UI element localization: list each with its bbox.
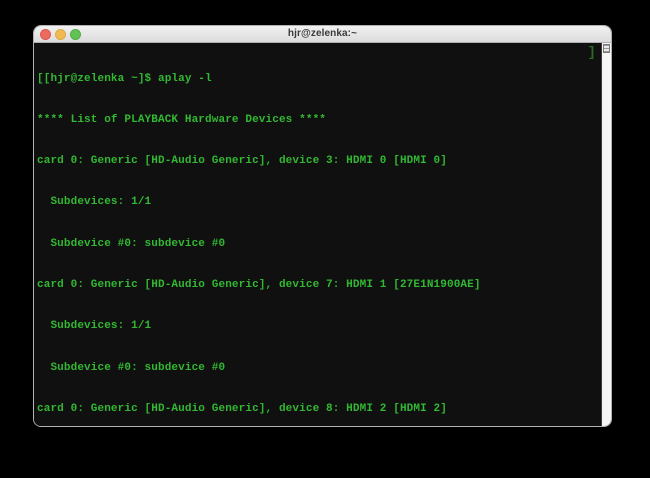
titlebar[interactable]: hjr@zelenka:~ <box>34 26 611 43</box>
window-title: hjr@zelenka:~ <box>287 28 358 39</box>
traffic-lights <box>40 26 81 42</box>
close-button[interactable] <box>40 28 51 40</box>
scrollbar[interactable] <box>601 43 611 426</box>
terminal-line: Subdevices: 1/1 <box>37 320 152 333</box>
terminal-line: card 0: Generic [HD-Audio Generic], devi… <box>37 402 447 415</box>
terminal-line: [[hjr@zelenka ~]$ aplay -l <box>37 72 212 85</box>
terminal-window: hjr@zelenka:~ [[hjr@zelenka ~]$ aplay -l… <box>33 25 612 427</box>
terminal-line: card 0: Generic [HD-Audio Generic], devi… <box>37 155 447 168</box>
terminal-line: Subdevice #0: subdevice #0 <box>37 237 226 250</box>
terminal-line: Subdevices: 1/1 <box>37 196 152 209</box>
scroll-marker: ] <box>587 45 596 61</box>
terminal-line: Subdevice #0: subdevice #0 <box>37 361 226 374</box>
terminal-line: **** List of PLAYBACK Hardware Devices *… <box>37 113 327 126</box>
terminal-screen[interactable]: [[hjr@zelenka ~]$ aplay -l **** List of … <box>34 43 601 426</box>
window-content: [[hjr@zelenka ~]$ aplay -l **** List of … <box>34 43 611 426</box>
zoom-button[interactable] <box>70 28 81 40</box>
scrollbar-thumb[interactable] <box>602 44 610 53</box>
minimize-button[interactable] <box>55 28 66 40</box>
terminal-line: card 0: Generic [HD-Audio Generic], devi… <box>37 278 481 291</box>
desktop-background: hjr@zelenka:~ [[hjr@zelenka ~]$ aplay -l… <box>0 0 650 478</box>
